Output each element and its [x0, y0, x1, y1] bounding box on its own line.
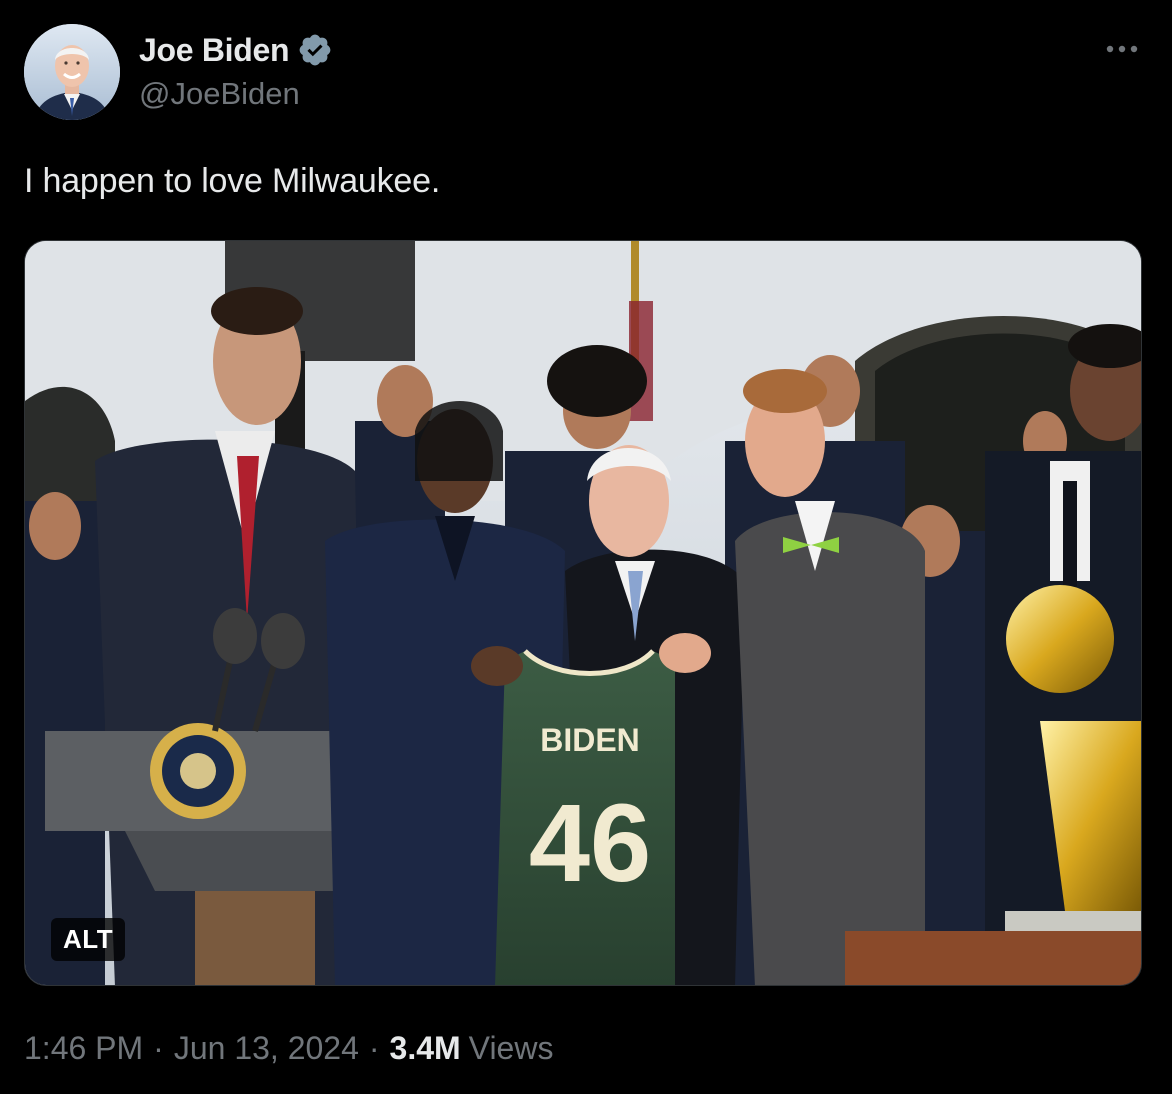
avatar-image: [24, 24, 120, 120]
tweet-metadata: 1:46 PM · Jun 13, 2024 · 3.4M Views: [24, 1030, 553, 1067]
more-options-button[interactable]: [1102, 34, 1142, 64]
author-block: Joe Biden @JoeBiden: [139, 28, 333, 112]
separator: ·: [153, 1030, 164, 1066]
verified-badge-icon[interactable]: [297, 32, 333, 68]
event-photo: BIDEN 46: [25, 241, 1141, 985]
tweet-time[interactable]: 1:46 PM: [24, 1030, 143, 1067]
tweet: Joe Biden @JoeBiden I happen to love Mil…: [0, 0, 1172, 1094]
user-handle[interactable]: @JoeBiden: [139, 76, 333, 112]
separator: ·: [368, 1030, 380, 1066]
display-name[interactable]: Joe Biden: [139, 32, 290, 69]
more-horizontal-icon: [1106, 45, 1138, 53]
tweet-date[interactable]: Jun 13, 2024: [174, 1030, 359, 1067]
alt-text-button[interactable]: ALT: [51, 918, 126, 961]
jersey-number: 46: [529, 782, 651, 905]
tweet-photo[interactable]: BIDEN 46 ALT: [24, 240, 1142, 986]
views-count: 3.4M: [389, 1030, 461, 1066]
views-label: Views: [468, 1030, 554, 1066]
jersey-name: BIDEN: [540, 722, 640, 758]
name-row: Joe Biden: [139, 28, 333, 72]
avatar[interactable]: [24, 24, 120, 120]
tweet-text: I happen to love Milwaukee.: [24, 162, 441, 200]
